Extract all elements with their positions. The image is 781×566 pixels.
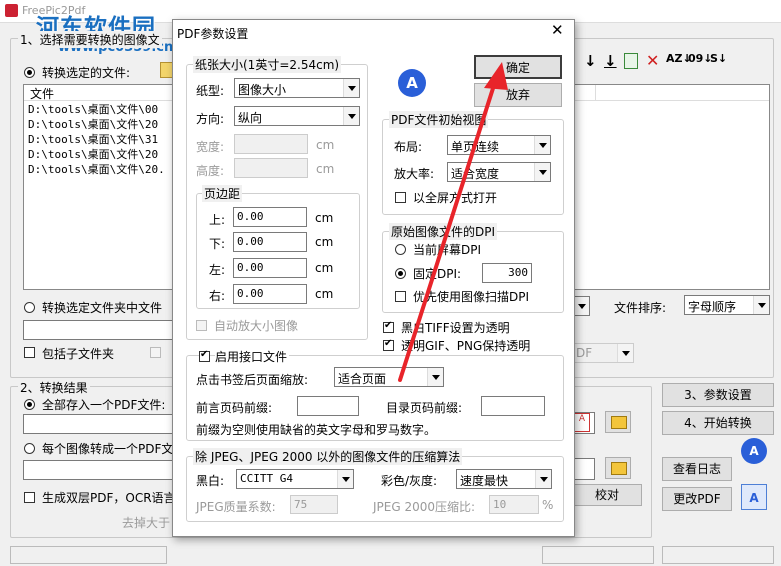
- annotation-arrow: [398, 62, 508, 382]
- annotation-arrow-head: [484, 62, 508, 90]
- annotation-arrow-line: [398, 80, 497, 382]
